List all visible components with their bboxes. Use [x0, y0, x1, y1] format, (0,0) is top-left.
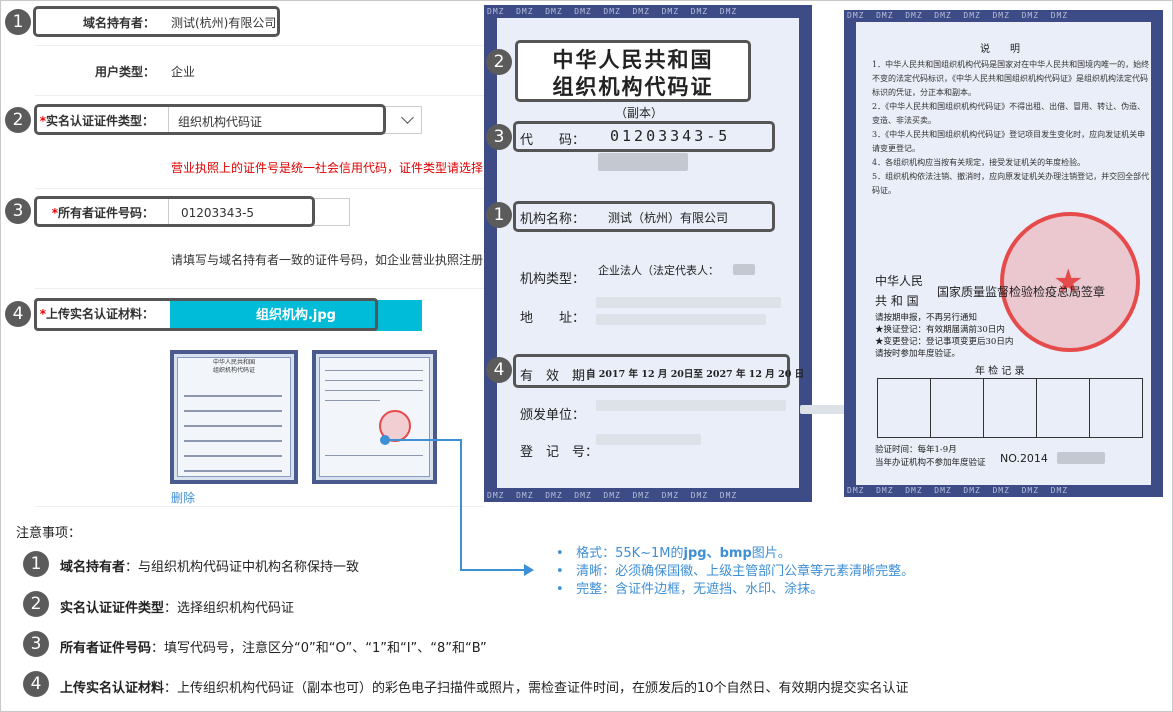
redacted-barcode: [598, 153, 688, 171]
requirement-item: • 完整：含证件边框，无遮挡、水印、涂抹。: [556, 582, 824, 597]
back-authority: 国家质量监督检验检疫总局签章: [937, 285, 1106, 299]
connector-dot: [380, 435, 390, 445]
thumbnail-title: 中华人民共和国 组织机构代码证: [212, 359, 255, 374]
back-heading: 说 明: [980, 44, 1020, 55]
arrow-icon: [524, 564, 534, 576]
back-country2: 共 和 国: [875, 294, 919, 308]
redacted-value: [1057, 452, 1105, 464]
holder-label: 域名持有者：: [82, 16, 155, 30]
connector-line: [460, 439, 462, 570]
back-explanation: 1．中华人民共和国组织机构代码是国家对在中华人民共和国境内唯一的，始终不变的法定…: [872, 60, 1150, 195]
marker-1: 1: [486, 202, 512, 228]
marker-4: 4: [5, 301, 31, 327]
cert-code-value: 01203343-5: [610, 127, 731, 145]
redacted-value: [733, 264, 755, 275]
marker-1: 1: [23, 551, 49, 577]
redacted-value: [596, 297, 781, 308]
user-type-label: 用户类型：: [94, 65, 155, 79]
cert-no-hint: 请填写与域名持有者一致的证件号码，如企业营业执照注册: [171, 253, 484, 267]
cert-name-value: 测试（杭州）有限公司: [608, 211, 729, 225]
marker-1: 1: [5, 9, 31, 35]
cert-no-label: 所有者证件号码：: [57, 206, 154, 220]
cert-type-warning: 营业执照上的证件号是统一社会信用代码，证件类型请选择: [171, 161, 484, 175]
back-verify: 验证时间：每年1-9月: [875, 445, 957, 455]
thumbnail-line: [184, 440, 282, 442]
user-type-value: 企业: [171, 65, 196, 79]
marker-3: 3: [5, 198, 31, 224]
thumbnail-line: [184, 425, 282, 427]
marker-2: 2: [5, 107, 31, 133]
thumbnail-line: [325, 380, 423, 381]
marker-4: 4: [23, 671, 49, 697]
delete-link[interactable]: 删除: [171, 489, 195, 506]
connector-line: [460, 569, 528, 571]
thumbnail-line: [184, 410, 282, 412]
marker-3: 3: [23, 631, 49, 657]
marker-3: 3: [486, 124, 512, 150]
cert-title-line1: 中华人民共和国: [552, 47, 714, 72]
cert-type-value[interactable]: 组织机构代码证: [178, 113, 262, 130]
thumbnail-line: [325, 455, 423, 456]
redacted-value: [596, 314, 766, 325]
cert-reg-label: 登 记 号：: [520, 445, 599, 460]
thumbnail-line: [184, 470, 282, 472]
divider: [35, 288, 484, 289]
dmz-border-bottom: DMZ DMZ DMZ DMZ DMZ DMZ DMZ DMZ: [847, 486, 1069, 495]
dmz-border-top: DMZ DMZ DMZ DMZ DMZ DMZ DMZ DMZ: [847, 11, 1069, 20]
divider: [35, 45, 484, 46]
cert-title-line2: 组织机构代码证: [552, 74, 714, 99]
annual-table: [877, 378, 1143, 438]
divider: [35, 95, 484, 96]
holder-value: 测试(杭州)有限公司: [171, 16, 277, 30]
divider: [35, 188, 484, 189]
dmz-border-bottom: DMZ DMZ DMZ DMZ DMZ DMZ DMZ DMZ DMZ: [487, 491, 738, 500]
thumbnail-line: [325, 370, 423, 371]
note-item: 所有者证件号码：填写代码号，注意区分“0”和“O”、“1”和“I”、“8”和“B…: [60, 641, 487, 656]
cert-valid-value: 自 2017 年 12 月 20日至 2027 年 12 月 20 日: [586, 369, 805, 380]
cert-no-value[interactable]: 01203343-5: [181, 206, 254, 220]
thumbnail-line: [184, 455, 282, 457]
note-item: 域名持有者：与组织机构代码证中机构名称保持一致: [60, 560, 360, 575]
divider: [35, 506, 484, 507]
requirement-item: • 清晰：必须确保国徽、上级主管部门公章等元素清晰完整。: [556, 564, 915, 579]
marker-2: 2: [23, 591, 49, 617]
back-notes: 请按期申报，不再另行通知 ★换证登记：有效期届满前30日内 ★变更登记：登记事项…: [875, 313, 1014, 359]
cert-name-label: 机构名称：: [520, 212, 586, 227]
marker-4: 4: [486, 357, 512, 383]
cert-addr-label: 地 址：: [520, 311, 586, 326]
cert-issuer-label: 颁发单位：: [520, 408, 586, 423]
connector-line: [390, 439, 462, 441]
cert-type-value: 企业法人（法定代表人：: [598, 264, 719, 277]
back-country1: 中华人民: [875, 274, 924, 288]
cert-code-label: 代 码：: [520, 133, 586, 148]
back-no: NO.2014: [1000, 452, 1048, 465]
thumbnail-line: [325, 400, 380, 401]
back-unverified: 当年办证机构不参加年度验证: [875, 458, 986, 468]
dmz-border-top: DMZ DMZ DMZ DMZ DMZ DMZ DMZ DMZ DMZ: [487, 7, 738, 16]
thumbnail-line: [325, 390, 423, 391]
back-annual: 年 检 记 录: [975, 366, 1025, 377]
thumbnail-line: [184, 395, 282, 397]
upload-label: 上传实名认证材料：: [45, 307, 154, 321]
note-item: 上传实名认证材料：上传组织机构代码证（副本也可）的彩色电子扫描件或照片，需检查证…: [60, 681, 909, 696]
redacted-value: [596, 434, 701, 445]
requirement-item: • 格式：55K~1M的jpg、bmp图片。: [556, 546, 791, 561]
cert-type-label: 机构类型：: [520, 272, 586, 287]
note-item: 实名认证证件类型：选择组织机构代码证: [60, 601, 295, 616]
marker-2: 2: [486, 49, 512, 75]
redacted-value: [596, 400, 786, 411]
cert-copy: （副本）: [615, 106, 664, 120]
cert-type-label: 实名认证证件类型：: [45, 114, 154, 128]
notes-title: 注意事项：: [16, 526, 82, 541]
